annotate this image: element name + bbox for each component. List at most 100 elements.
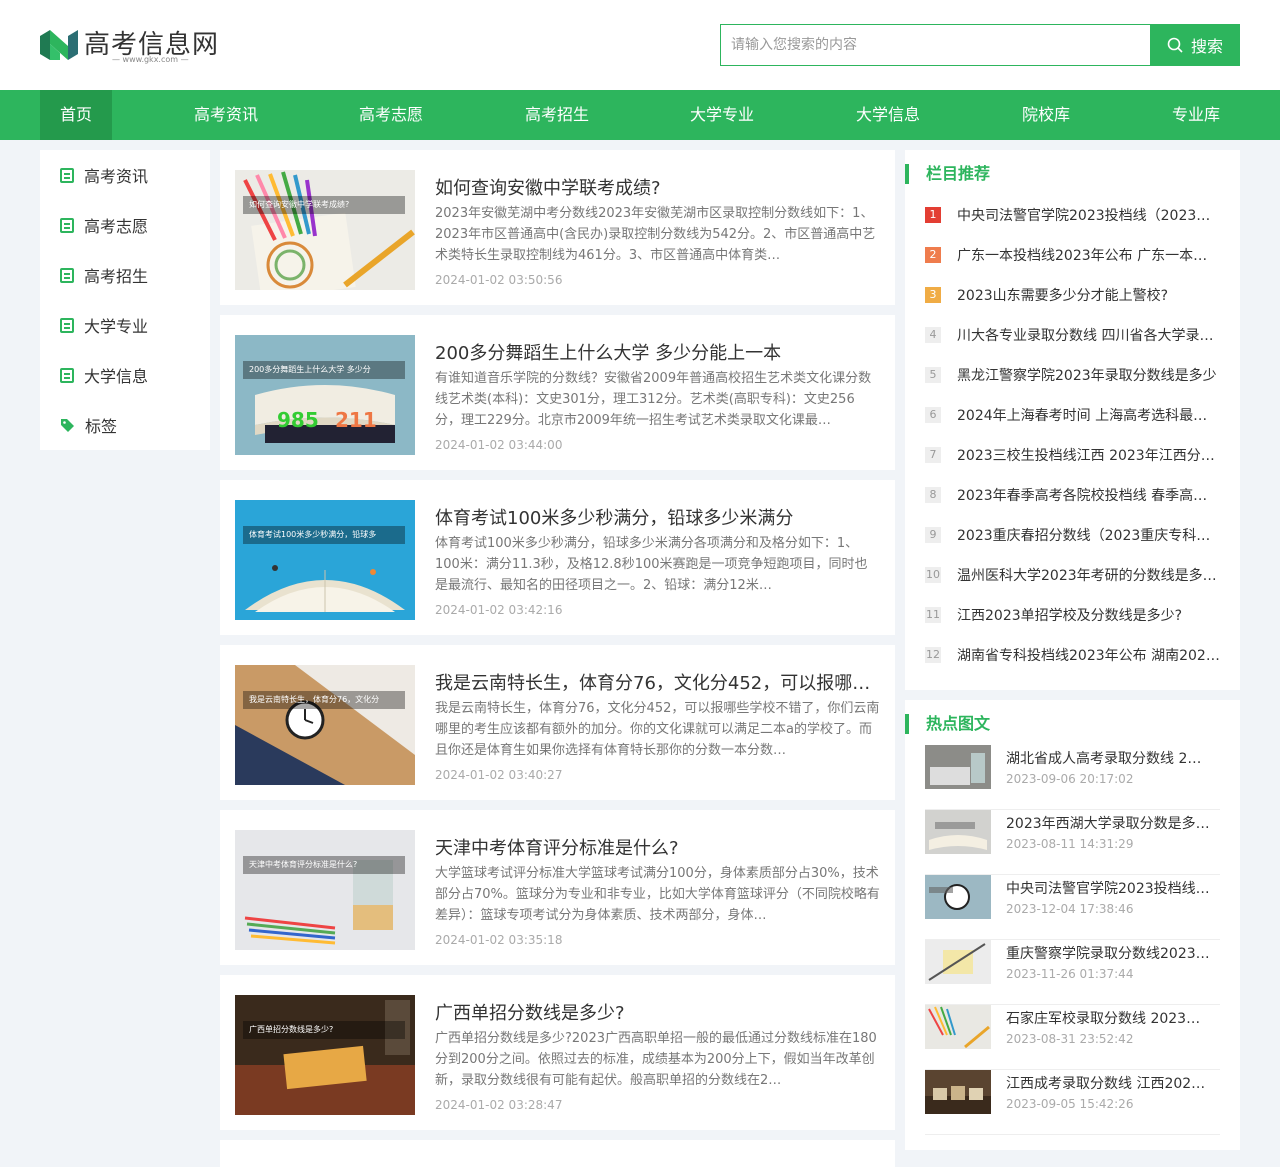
article-thumbnail[interactable]: 广西单招分数线是多少? <box>235 995 415 1115</box>
hot-item-date: 2023-08-11 14:31:29 <box>1006 837 1134 851</box>
hot-item[interactable]: 湖北省成人高考录取分数线 2… 2023-09-06 20:17:02 <box>925 745 1220 810</box>
sidebar-item-majors[interactable]: 大学专业 <box>40 300 210 350</box>
search-button[interactable]: 搜索 <box>1150 24 1240 66</box>
hot-item-date: 2023-11-26 01:37:44 <box>1006 967 1134 981</box>
hot-item-date: 2023-09-06 20:17:02 <box>1006 772 1134 786</box>
search-icon <box>1167 37 1183 53</box>
article-title[interactable]: 200多分舞蹈生上什么大学 多少分能上一本 <box>435 339 880 365</box>
article-thumbnail[interactable]: 我是云南特长生，体育分76，文化分 <box>235 665 415 785</box>
hot-thumbnail <box>925 1005 991 1049</box>
hot-item-title: 重庆警察学院录取分数线2023… <box>1006 946 1210 962</box>
search-input[interactable] <box>720 24 1150 66</box>
article-thumbnail[interactable]: 如何查询安徽中学联考成绩? <box>235 170 415 290</box>
hot-item[interactable]: 江西成考录取分数线 江西202… 2023-09-05 15:42:26 <box>925 1070 1220 1135</box>
svg-text:985: 985 <box>277 408 319 432</box>
nav-item-majors[interactable]: 大学专业 <box>672 90 772 140</box>
article-thumbnail[interactable]: 985 211 200多分舞蹈生上什么大学 多少分 <box>235 335 415 455</box>
article-thumbnail[interactable] <box>235 1160 415 1167</box>
hot-item-date: 2023-09-05 15:42:26 <box>1006 1097 1134 1111</box>
article-title[interactable]: 广西单招分数线是多少? <box>435 999 880 1025</box>
hot-item[interactable]: 石家庄军校录取分数线 2023… 2023-08-31 23:52:42 <box>925 1005 1220 1070</box>
article-thumbnail[interactable]: 天津中考体育评分标准是什么? <box>235 830 415 950</box>
recommend-item-title: 黑龙江警察学院2023年录取分数线是多少 <box>957 368 1217 384</box>
recommend-item[interactable]: 1 中央司法警官学院2023投档线（2023年… <box>925 205 1220 225</box>
sidebar-item-volunteer[interactable]: 高考志愿 <box>40 200 210 250</box>
nav-item-volunteer[interactable]: 高考志愿 <box>341 90 441 140</box>
nav-item-major-db[interactable]: 专业库 <box>1154 90 1238 140</box>
hot-thumbnail <box>925 875 991 919</box>
sidebar-item-news[interactable]: 高考资讯 <box>40 150 210 200</box>
hot-item-title: 湖北省成人高考录取分数线 2… <box>1006 751 1202 767</box>
hot-panel: 热点图文 湖北省成人高考录取分数线 2… 2023-09-06 20:17:02… <box>905 700 1240 1150</box>
site-subtitle: — www.gkx.com — <box>112 55 189 64</box>
recommend-item[interactable]: 2 广东一本投档线2023年公布 广东一本线… <box>925 245 1220 265</box>
recommend-item[interactable]: 5 黑龙江警察学院2023年录取分数线是多少 <box>925 365 1220 385</box>
recommend-item[interactable]: 12 湖南省专科投档线2023年公布 湖南2023… <box>925 645 1220 665</box>
main-nav: 首页 高考资讯 高考志愿 高考招生 大学专业 大学信息 院校库 专业库 <box>0 90 1280 140</box>
recommend-item[interactable]: 6 2024年上海春考时间 上海高考选科最新… <box>925 405 1220 425</box>
article-card: 985 211 200多分舞蹈生上什么大学 多少分 200多分舞蹈生上什么大学 … <box>220 315 895 470</box>
hot-item-title: 中央司法警官学院2023投档线… <box>1006 881 1210 897</box>
article-card: 我是云南特长生，体育分76，文化分 我是云南特长生，体育分76，文化分452，可… <box>220 645 895 800</box>
article-thumbnail[interactable]: 体育考试100米多少秒满分，铅球多 <box>235 500 415 620</box>
sidebar-item-admission[interactable]: 高考招生 <box>40 250 210 300</box>
document-icon <box>60 317 74 333</box>
rank-number: 2 <box>925 247 941 263</box>
recommend-item[interactable]: 11 江西2023单招学校及分数线是多少? <box>925 605 1220 625</box>
article-date: 2024-01-02 03:40:27 <box>435 768 563 782</box>
sidebar-item-label: 高考招生 <box>84 267 149 286</box>
thumbnail-caption: 广西单招分数线是多少? <box>243 1021 405 1039</box>
recommend-item-title: 2023山东需要多少分才能上警校? <box>957 288 1169 304</box>
thumbnail-caption: 我是云南特长生，体育分76，文化分 <box>243 691 405 709</box>
article-card: 广西单招分数线是多少? 广西单招分数线是多少? 广西单招分数线是多少?2023广… <box>220 975 895 1130</box>
rank-number: 3 <box>925 287 941 303</box>
recommend-item[interactable]: 4 川大各专业录取分数线 四川省各大学录… <box>925 325 1220 345</box>
sidebar-item-label: 大学专业 <box>84 317 149 336</box>
recommend-item-title: 2023年春季高考各院校投档线 春季高考… <box>957 488 1220 504</box>
rank-number: 11 <box>925 607 941 623</box>
recommend-item-title: 中央司法警官学院2023投档线（2023年… <box>957 208 1220 224</box>
tag-icon <box>61 418 74 432</box>
hot-thumbnail <box>925 810 991 854</box>
hot-item-title: 2023年西湖大学录取分数是多… <box>1006 816 1210 832</box>
nav-item-school-db[interactable]: 院校库 <box>1004 90 1088 140</box>
site-logo[interactable]: 高考信息网 — www.gkx.com — <box>40 24 240 68</box>
recommend-item[interactable]: 3 2023山东需要多少分才能上警校? <box>925 285 1220 305</box>
article-date: 2024-01-02 03:50:56 <box>435 273 563 287</box>
nav-item-news[interactable]: 高考资讯 <box>176 90 276 140</box>
article-date: 2024-01-02 03:42:16 <box>435 603 563 617</box>
hot-item[interactable]: 重庆警察学院录取分数线2023… 2023-11-26 01:37:44 <box>925 940 1220 1005</box>
panel-title: 热点图文 <box>905 714 990 734</box>
rank-number: 9 <box>925 527 941 543</box>
recommend-item[interactable]: 7 2023三校生投档线江西 2023年江西分数… <box>925 445 1220 465</box>
search-button-label: 搜索 <box>1190 37 1223 56</box>
recommend-item[interactable]: 8 2023年春季高考各院校投档线 春季高考… <box>925 485 1220 505</box>
nav-item-admission[interactable]: 高考招生 <box>507 90 607 140</box>
recommend-item-title: 2023重庆春招分数线（2023重庆专科学… <box>957 528 1220 544</box>
recommend-item-title: 2024年上海春考时间 上海高考选科最新… <box>957 408 1220 424</box>
rank-number: 4 <box>925 327 941 343</box>
article-card: 天津中考体育评分标准是什么? 天津中考体育评分标准是什么? 大学篮球考试评分标准… <box>220 810 895 965</box>
recommend-item[interactable]: 9 2023重庆春招分数线（2023重庆专科学… <box>925 525 1220 545</box>
document-icon <box>60 267 74 283</box>
sidebar-item-university[interactable]: 大学信息 <box>40 350 210 400</box>
thumbnail-caption: 天津中考体育评分标准是什么? <box>243 856 405 874</box>
article-summary: 大学篮球考试评分标准大学篮球考试满分100分，身体素质部分占30%，技术部分占7… <box>435 866 880 923</box>
article-title[interactable]: 体育考试100米多少秒满分，铅球多少米满分 <box>435 504 880 530</box>
article-summary: 有谁知道音乐学院的分数线？安徽省2009年普通高校招生艺术类文化课分数线艺术类(… <box>435 371 872 428</box>
sidebar-item-tags[interactable]: 标签 <box>40 400 210 450</box>
recommend-item[interactable]: 10 温州医科大学2023年考研的分数线是多… <box>925 565 1220 585</box>
article-title[interactable]: 我是云南特长生，体育分76，文化分452，可以报哪些学校? <box>435 669 880 695</box>
article-date: 2024-01-02 03:44:00 <box>435 438 563 452</box>
nav-item-university[interactable]: 大学信息 <box>838 90 938 140</box>
recommend-panel: 栏目推荐 1 中央司法警官学院2023投档线（2023年… 2 广东一本投档线202… <box>905 150 1240 690</box>
hot-item[interactable]: 2023年西湖大学录取分数是多… 2023-08-11 14:31:29 <box>925 810 1220 875</box>
nav-item-home[interactable]: 首页 <box>40 90 112 140</box>
logo-icon <box>40 30 78 60</box>
hot-item[interactable]: 中央司法警官学院2023投档线… 2023-12-04 17:38:46 <box>925 875 1220 940</box>
hot-thumbnail <box>925 745 991 789</box>
article-title[interactable]: 如何查询安徽中学联考成绩? <box>435 174 880 200</box>
svg-text:211: 211 <box>335 408 377 432</box>
article-title[interactable]: 天津中考体育评分标准是什么? <box>435 834 880 860</box>
article-card: 如何查询安徽中学联考成绩? 如何查询安徽中学联考成绩? 2023年安徽芜湖中考分… <box>220 150 895 305</box>
